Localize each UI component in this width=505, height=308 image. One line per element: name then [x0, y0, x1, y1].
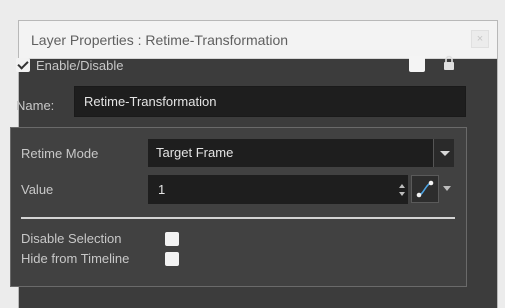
enable-label: Enable/Disable: [36, 57, 124, 73]
name-field[interactable]: Retime-Transformation: [74, 86, 466, 117]
value-field[interactable]: 1: [148, 175, 408, 204]
retime-group: Retime Mode Target Frame Value 1 Disable…: [10, 127, 467, 287]
close-icon[interactable]: ×: [471, 30, 489, 48]
color-swatch-icon[interactable]: [409, 56, 425, 72]
enable-disable-row[interactable]: Enable/Disable: [16, 56, 123, 74]
up-down-arrows-icon[interactable]: [398, 183, 406, 197]
function-curve-button[interactable]: [411, 175, 439, 203]
value-label: Value: [21, 182, 54, 197]
divider: [21, 217, 455, 219]
function-curve-icon: [416, 180, 434, 198]
lock-icon[interactable]: [443, 55, 455, 71]
title-bar[interactable]: Layer Properties : Retime-Transformation…: [19, 21, 497, 59]
hide-from-timeline-checkbox[interactable]: [165, 252, 179, 266]
name-label: Name:: [16, 98, 55, 113]
retime-mode-select[interactable]: Target Frame: [148, 139, 453, 167]
enable-checkbox[interactable]: [16, 58, 30, 72]
retime-mode-label: Retime Mode: [21, 146, 99, 161]
disable-selection-checkbox[interactable]: [165, 232, 179, 246]
dialog-title: Layer Properties : Retime-Transformation: [31, 32, 289, 48]
chevron-down-icon[interactable]: [433, 139, 454, 167]
function-dropdown-icon[interactable]: [443, 186, 451, 191]
disable-selection-label: Disable Selection: [21, 231, 122, 246]
hide-from-timeline-label: Hide from Timeline: [21, 251, 130, 266]
